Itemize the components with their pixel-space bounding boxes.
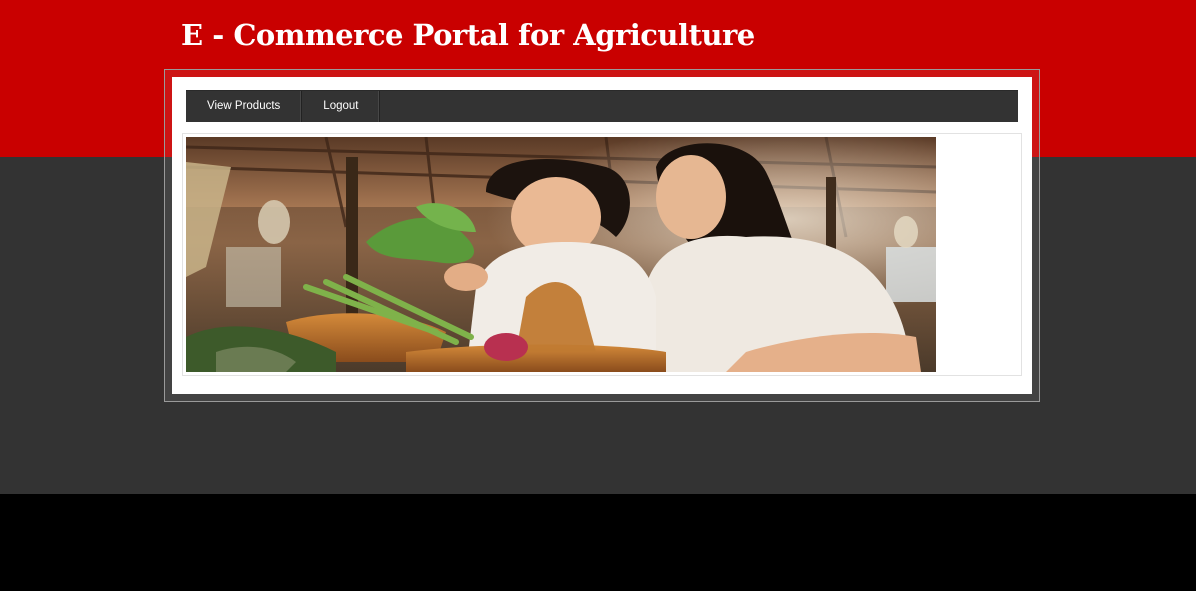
nav-menu: View Products Logout <box>186 90 1018 122</box>
footer-band <box>0 494 1196 591</box>
site-title: E - Commerce Portal for Agriculture <box>181 18 755 52</box>
nav-item-logout[interactable]: Logout <box>302 91 381 122</box>
hero-image <box>186 137 936 372</box>
nav-item-view-products[interactable]: View Products <box>186 91 303 122</box>
